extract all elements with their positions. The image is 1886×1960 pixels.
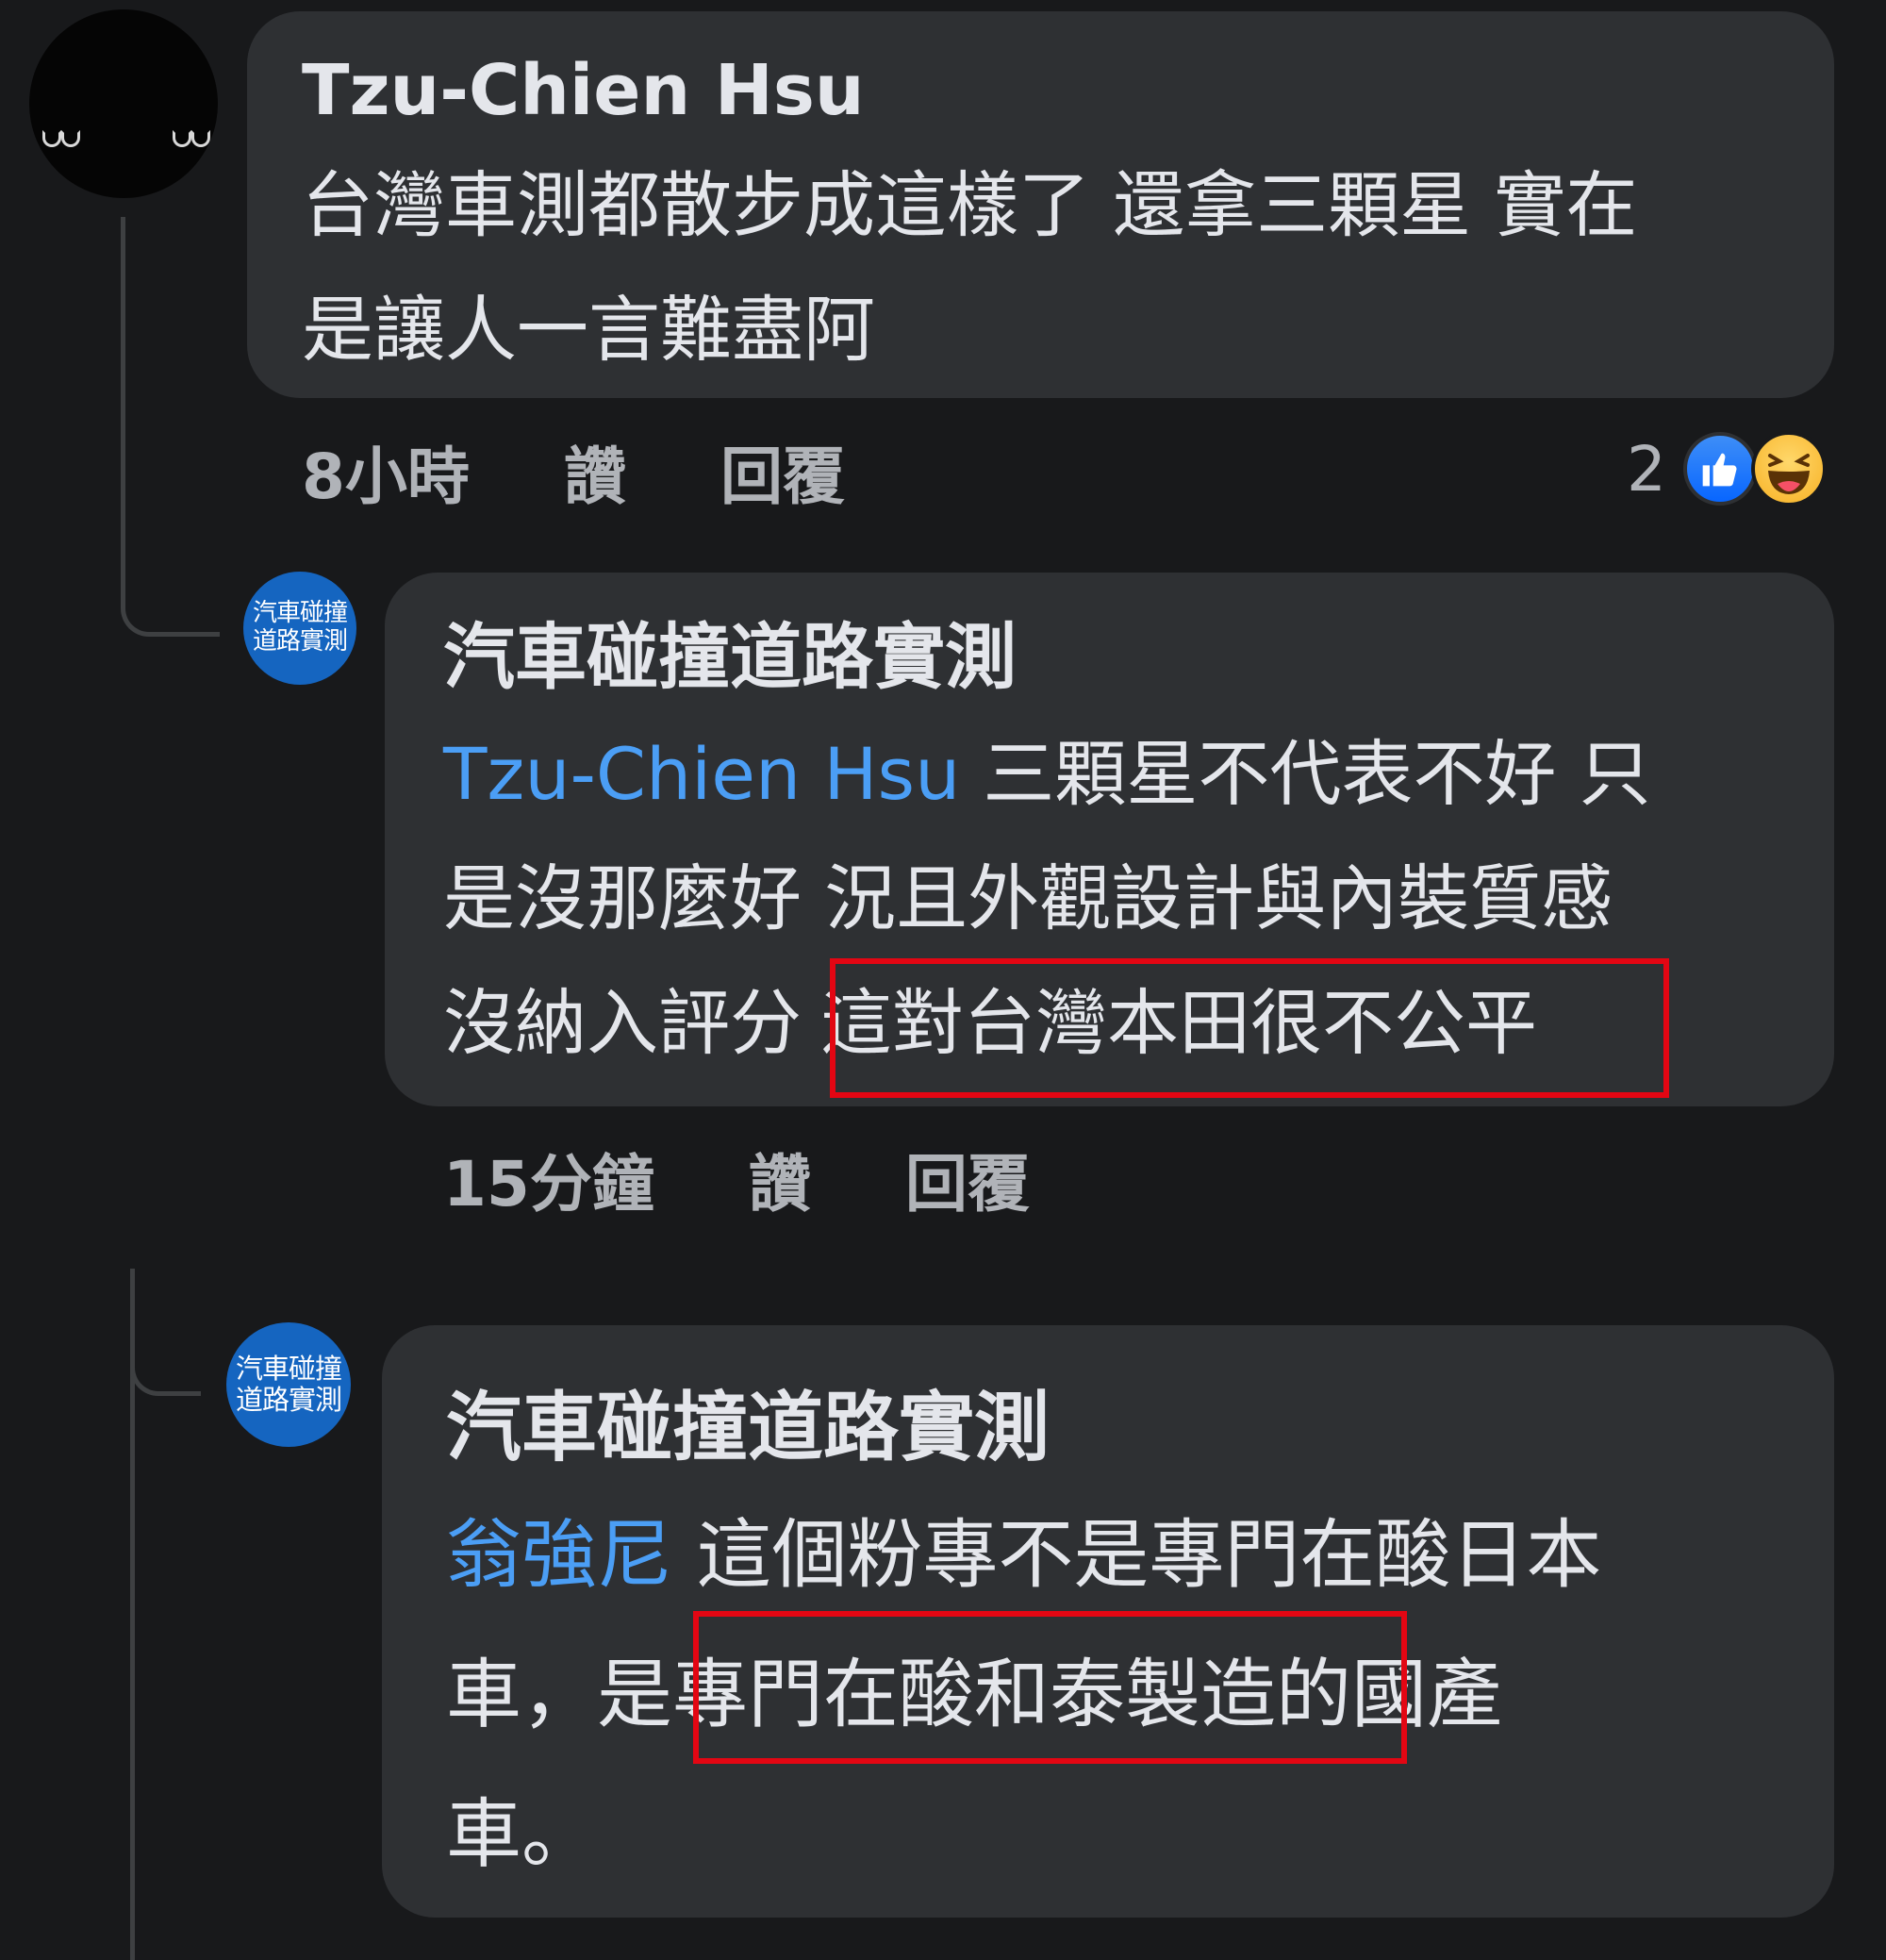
thread-line: [121, 217, 125, 575]
text-segment: 車，是: [446, 1651, 672, 1738]
like-icon: [1683, 432, 1757, 506]
eye-right: [191, 130, 210, 147]
like-button[interactable]: 讚: [749, 1134, 811, 1224]
reply-connector: [130, 1302, 201, 1396]
comment-meta: 8小時 讚 回覆: [302, 429, 845, 514]
comment-meta: 15分鐘 讚 回覆: [443, 1137, 1030, 1221]
eye-left: [61, 130, 80, 147]
like-button[interactable]: 讚: [564, 426, 626, 517]
comment-author[interactable]: 汽車碰撞道路實測: [443, 610, 1017, 705]
comment-bubble: Tzu-Chien Hsu 台灣車測都散步成這樣了 還拿三顆星 實在 是讓人一言…: [247, 11, 1834, 398]
reply-button[interactable]: 回覆: [905, 1134, 1030, 1224]
highlight-box: [693, 1611, 1407, 1764]
page-avatar[interactable]: 汽車碰撞 道路實測: [243, 572, 356, 685]
page-avatar[interactable]: 汽車碰撞 道路實測: [226, 1322, 351, 1447]
eye-right: [173, 130, 191, 147]
timestamp[interactable]: 8小時: [302, 426, 470, 517]
highlight-box: [830, 958, 1669, 1098]
haha-icon: [1751, 431, 1827, 507]
comment-author[interactable]: Tzu-Chien Hsu: [302, 43, 865, 138]
mention-link[interactable]: 翁強尼: [446, 1511, 672, 1599]
reaction-summary[interactable]: 2: [1627, 426, 1827, 511]
avatar-text: 道路實測: [235, 1384, 342, 1416]
text-segment: 沒納入評分: [443, 981, 802, 1065]
text-segment: 這個粉專不是專門在酸日本: [672, 1511, 1602, 1599]
comment-author[interactable]: 汽車碰撞道路實測: [446, 1376, 1050, 1480]
text-line: 翁強尼 這個粉專不是專門在酸日本: [446, 1486, 1823, 1625]
avatar[interactable]: [29, 9, 218, 198]
eye-left: [42, 130, 61, 147]
comment-text: 台灣車測都散步成這樣了 還拿三顆星 實在 是讓人一言難盡阿: [302, 163, 1638, 372]
text-line: 車。: [446, 1790, 597, 1878]
mention-link[interactable]: Tzu-Chien Hsu: [443, 732, 960, 816]
reply-connector: [121, 528, 220, 637]
avatar-text: 道路實測: [252, 627, 348, 656]
avatar-text: 汽車碰撞: [252, 599, 348, 628]
text-line: 是沒那麼好 況且外觀設計與內裝質感: [443, 856, 1613, 940]
text-segment: 三顆星不代表不好 只: [960, 732, 1651, 816]
reply-button[interactable]: 回覆: [720, 426, 845, 517]
timestamp[interactable]: 15分鐘: [443, 1134, 654, 1224]
text-line: Tzu-Chien Hsu 三顆星不代表不好 只: [443, 712, 1820, 837]
reaction-count: 2: [1627, 432, 1666, 506]
avatar-text: 汽車碰撞: [235, 1352, 342, 1385]
